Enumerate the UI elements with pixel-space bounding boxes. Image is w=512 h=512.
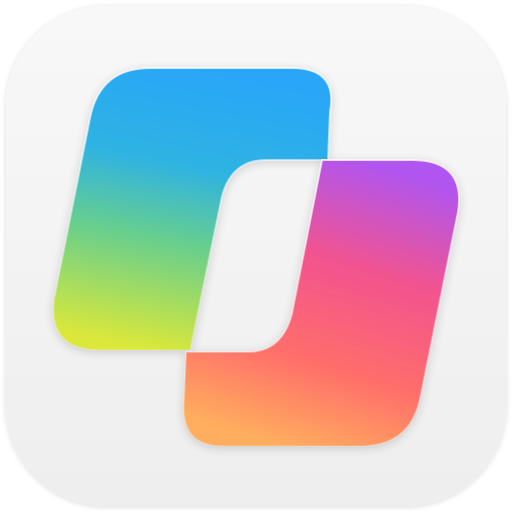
app-icon <box>6 6 506 506</box>
app-icon-canvas <box>0 0 512 512</box>
